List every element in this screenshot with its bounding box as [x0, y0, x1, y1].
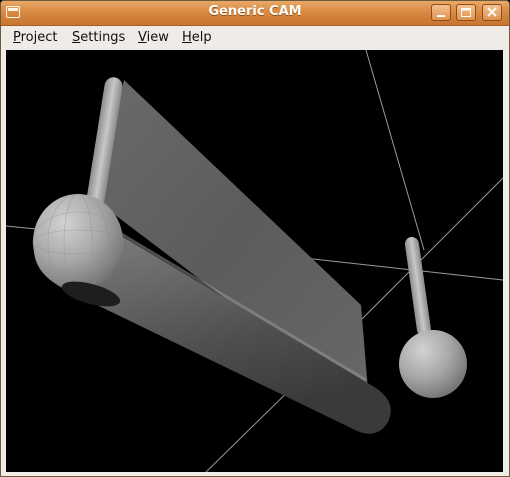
menu-help[interactable]: Help [182, 30, 212, 45]
scene-canvas [6, 50, 503, 472]
menu-settings[interactable]: Settings [72, 30, 125, 45]
close-icon [487, 7, 497, 17]
menu-bar: Project Settings View Help [1, 26, 509, 49]
3d-viewport[interactable] [6, 50, 503, 472]
ball-end-left [33, 194, 123, 290]
app-window: Generic CAM Project Settings View Help [0, 0, 510, 477]
menu-view[interactable]: View [138, 30, 169, 45]
minimize-icon [437, 15, 445, 17]
close-button[interactable] [482, 4, 502, 21]
title-bar[interactable]: Generic CAM [1, 1, 509, 26]
maximize-button[interactable] [456, 4, 476, 21]
tool-shaft [404, 236, 431, 337]
maximize-icon [461, 8, 471, 17]
menu-project[interactable]: Project [13, 30, 58, 45]
tool-ball [399, 330, 467, 398]
minimize-button[interactable] [431, 4, 451, 21]
